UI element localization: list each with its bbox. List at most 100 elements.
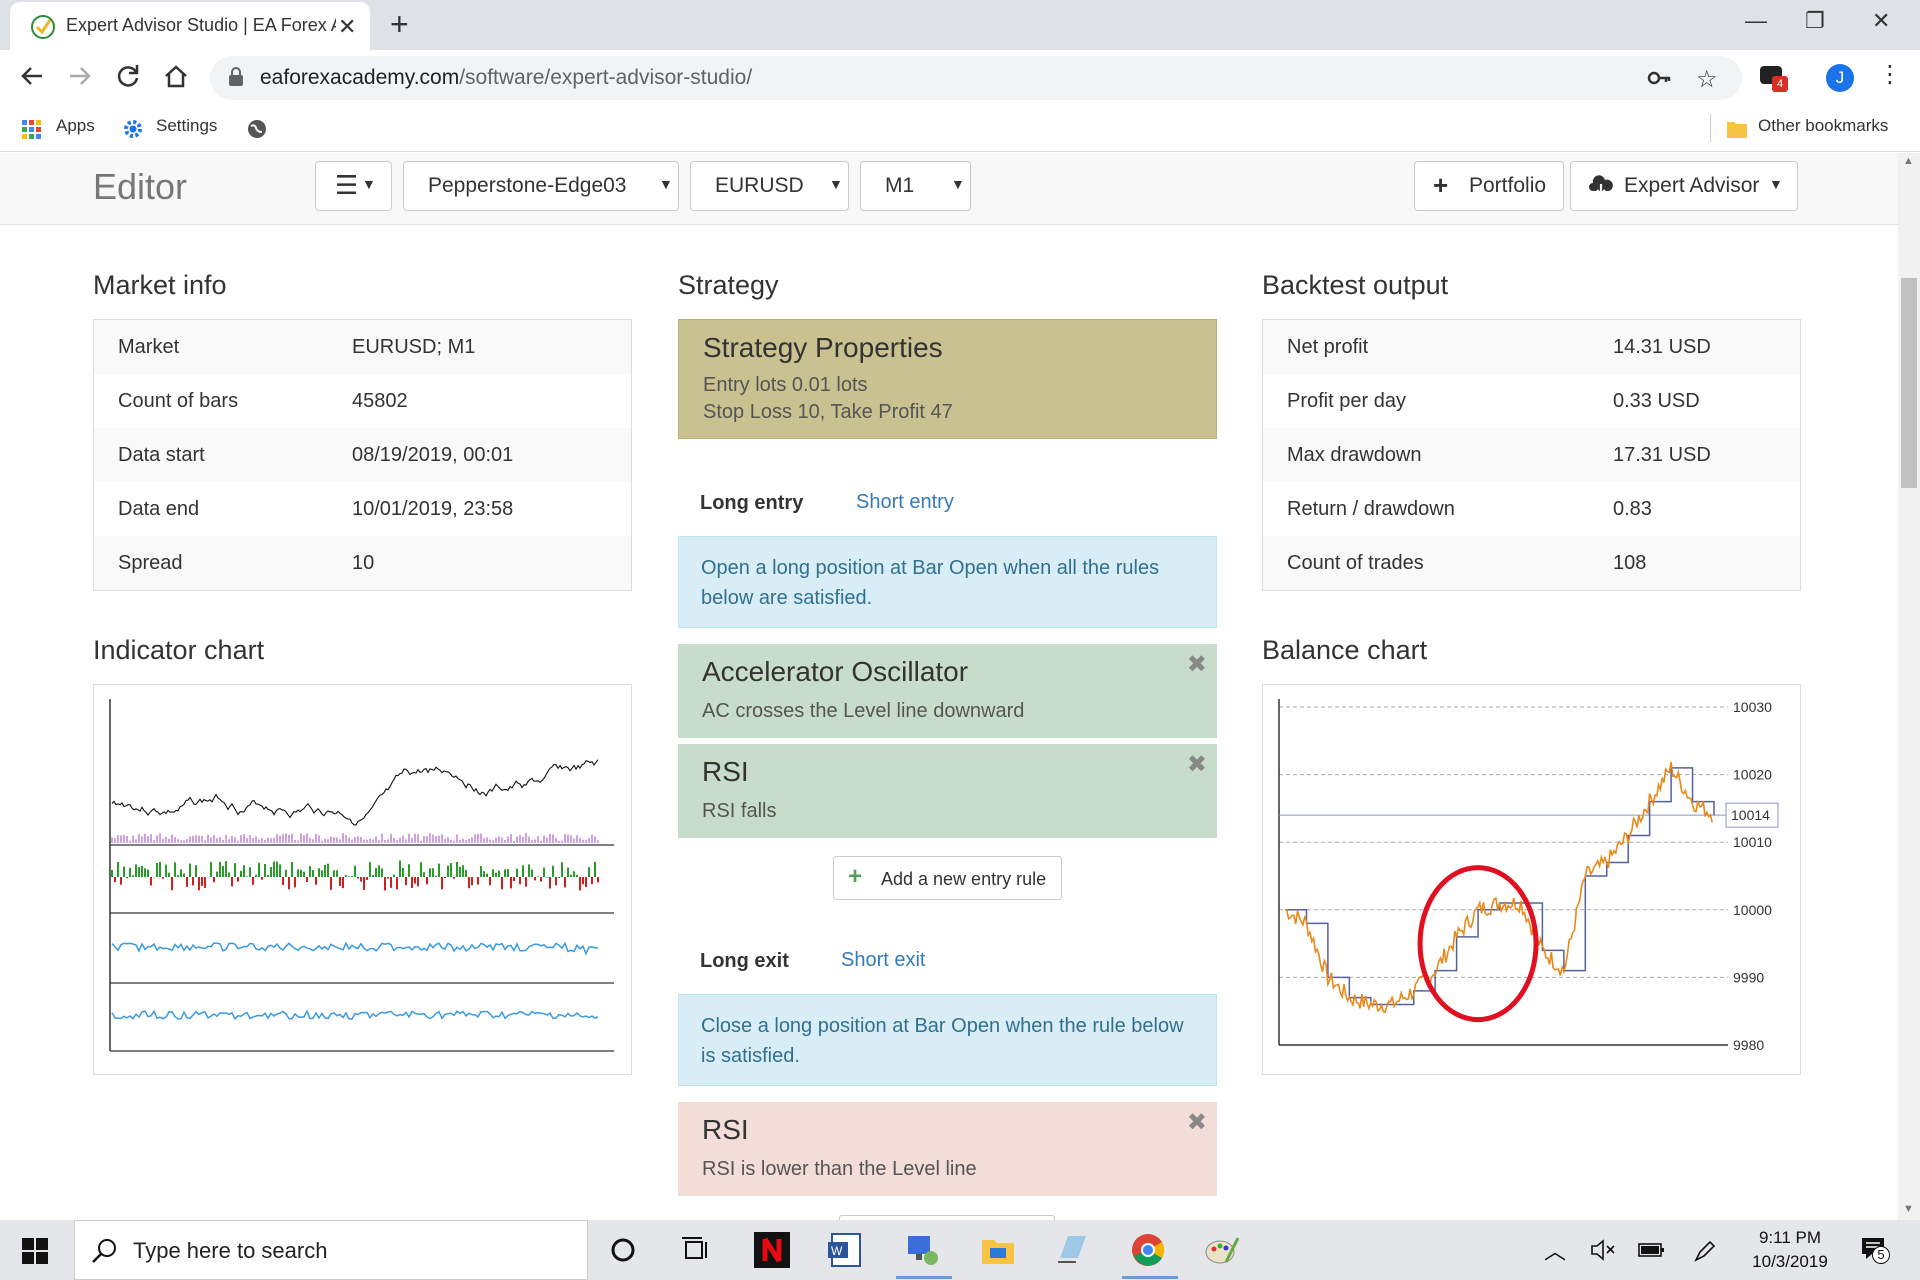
taskbar-clock[interactable]: 9:11 PM 10/3/2019	[1740, 1226, 1840, 1274]
key-icon[interactable]	[1646, 65, 1672, 91]
volume-mute-icon[interactable]	[1590, 1238, 1616, 1262]
paint-icon[interactable]	[1204, 1232, 1240, 1268]
battery-icon[interactable]	[1638, 1240, 1666, 1260]
remove-rule-icon[interactable]: ✖	[1187, 650, 1207, 679]
period-value: M1	[885, 174, 915, 197]
indicator-chart-title: Indicator chart	[93, 635, 265, 665]
notification-center-icon[interactable]: 5	[1860, 1236, 1890, 1266]
tab-short-entry[interactable]: Short entry	[856, 491, 954, 514]
entry-rule-title: Accelerator Oscillator	[702, 656, 969, 687]
plus-icon: +	[1433, 170, 1449, 200]
expert-advisor-button[interactable]: Expert Advisor ▼	[1570, 161, 1798, 211]
balance-chart: 10030 10020 10010 10000 9990 9980 10014	[1262, 684, 1801, 1075]
restore-icon[interactable]: ❐	[1805, 8, 1825, 34]
forward-icon[interactable]	[64, 60, 96, 92]
hamburger-icon: ☰	[335, 170, 359, 200]
bookmarks-bar: Apps Settings Other bookmarks	[0, 106, 1920, 152]
table-row: Market EURUSD; M1	[94, 320, 631, 374]
market-info-title: Market info	[93, 270, 227, 300]
tab-long-exit[interactable]: Long exit	[700, 950, 789, 973]
row-key: Net profit	[1287, 336, 1369, 358]
entry-rule-desc: AC crosses the Level line downward	[702, 700, 1025, 722]
bookmark-other[interactable]: Other bookmarks	[1758, 116, 1888, 136]
home-icon[interactable]	[160, 60, 192, 92]
scroll-thumb[interactable]	[1901, 278, 1917, 488]
taskbar-search-box[interactable]: Type here to search	[74, 1220, 588, 1280]
profile-avatar[interactable]: J	[1826, 64, 1854, 92]
strategy-properties-card[interactable]: Strategy Properties Entry lots 0.01 lots…	[678, 319, 1217, 439]
cortana-icon[interactable]	[605, 1232, 641, 1268]
symbol-select[interactable]: EURUSD ▼	[690, 161, 849, 211]
entry-rule-rsi[interactable]: RSI RSI falls ✖	[678, 744, 1217, 838]
row-key: Count of trades	[1287, 552, 1424, 574]
url-host: eaforexacademy.com	[260, 66, 460, 89]
row-value: 45802	[352, 390, 408, 412]
balance-step-line	[1285, 767, 1715, 1006]
file-explorer-icon[interactable]	[980, 1232, 1016, 1268]
task-view-icon[interactable]	[678, 1232, 714, 1268]
server-select[interactable]: Pepperstone-Edge03 ▼	[403, 161, 679, 211]
browser-tab[interactable]: Expert Advisor Studio | EA Forex A ✕	[10, 2, 370, 50]
chrome-icon[interactable]	[1130, 1232, 1166, 1268]
browser-menu-icon[interactable]: ⋮	[1878, 60, 1902, 89]
editor-toolbar: Editor ☰ ▼ Pepperstone-Edge03 ▼ EURUSD ▼…	[0, 153, 1898, 225]
bookmark-settings[interactable]: Settings	[156, 116, 217, 136]
notes-app-icon[interactable]	[1054, 1232, 1090, 1268]
row-key: Market	[118, 336, 180, 358]
reload-icon[interactable]	[112, 60, 144, 92]
netflix-icon[interactable]	[754, 1232, 790, 1268]
back-icon[interactable]	[16, 60, 48, 92]
tray-chevron-up-icon[interactable]: ︿	[1544, 1234, 1566, 1266]
balance-chart-svg: 10030 10020 10010 10000 9990 9980 10014	[1278, 699, 1779, 1053]
strategy-sl-tp: Stop Loss 10, Take Profit 47	[703, 401, 953, 423]
period-select[interactable]: M1 ▼	[860, 161, 971, 211]
address-bar[interactable]: eaforexacademy.com/software/expert-advis…	[210, 56, 1742, 100]
close-window-icon[interactable]: ✕	[1872, 8, 1890, 34]
folder-icon	[1727, 122, 1747, 138]
equity-line	[1284, 761, 1713, 1014]
table-row: Data start 08/19/2019, 00:01	[94, 428, 631, 482]
windows-taskbar: Type here to search W ︿ 9:11 PM 10/3/201…	[0, 1220, 1920, 1280]
price-line	[111, 759, 599, 826]
strategy-title: Strategy	[678, 270, 779, 300]
portfolio-label: Portfolio	[1469, 174, 1547, 197]
active-app-indicator	[1122, 1276, 1178, 1279]
scroll-up-icon[interactable]: ▲	[1903, 155, 1914, 167]
active-app-indicator	[896, 1276, 952, 1279]
portfolio-button[interactable]: + Portfolio	[1414, 161, 1564, 211]
entry-info-box: Open a long position at Bar Open when al…	[678, 536, 1217, 628]
indicator-chart	[93, 684, 632, 1075]
tab-long-entry[interactable]: Long entry	[700, 492, 803, 515]
bookmark-star-icon[interactable]: ☆	[1696, 65, 1718, 94]
entry-rule-accelerator[interactable]: Accelerator Oscillator AC crosses the Le…	[678, 644, 1217, 738]
row-value: 0.33 USD	[1613, 390, 1700, 412]
rsi-line	[111, 941, 599, 956]
tab-close-icon[interactable]: ✕	[338, 14, 356, 40]
scroll-down-icon[interactable]: ▼	[1903, 1203, 1914, 1215]
exit-rule-rsi[interactable]: RSI RSI is lower than the Level line ✖	[678, 1102, 1217, 1196]
new-tab-icon[interactable]: +	[390, 6, 409, 43]
chevron-down-icon: ▼	[659, 176, 673, 192]
taskbar-search-placeholder: Type here to search	[133, 1238, 328, 1263]
windows-start-icon[interactable]	[22, 1238, 48, 1264]
page-content: Editor ☰ ▼ Pepperstone-Edge03 ▼ EURUSD ▼…	[0, 153, 1898, 1220]
word-icon[interactable]: W	[828, 1232, 864, 1268]
chevron-down-icon: ▼	[1769, 176, 1783, 192]
pen-icon[interactable]	[1692, 1238, 1718, 1264]
row-value: EURUSD; M1	[352, 336, 476, 358]
tab-short-exit[interactable]: Short exit	[841, 949, 925, 972]
extension-icon[interactable]: 4	[1760, 62, 1788, 92]
bookmark-apps[interactable]: Apps	[56, 116, 95, 136]
menu-dropdown-button[interactable]: ☰ ▼	[315, 161, 392, 211]
y-tick-label: 10020	[1733, 767, 1772, 783]
globe-icon[interactable]	[246, 118, 268, 140]
remove-rule-icon[interactable]: ✖	[1187, 750, 1207, 779]
minimize-icon[interactable]: —	[1745, 8, 1767, 34]
extension-badge: 4	[1772, 76, 1788, 92]
remove-rule-icon[interactable]: ✖	[1187, 1108, 1207, 1137]
add-entry-rule-button[interactable]: + Add a new entry rule	[833, 856, 1062, 900]
page-scrollbar[interactable]: ▲ ▼	[1898, 153, 1920, 1220]
remote-desktop-icon[interactable]	[904, 1232, 940, 1268]
apps-grid-icon	[22, 120, 41, 139]
y-tick-label: 9990	[1733, 969, 1764, 985]
